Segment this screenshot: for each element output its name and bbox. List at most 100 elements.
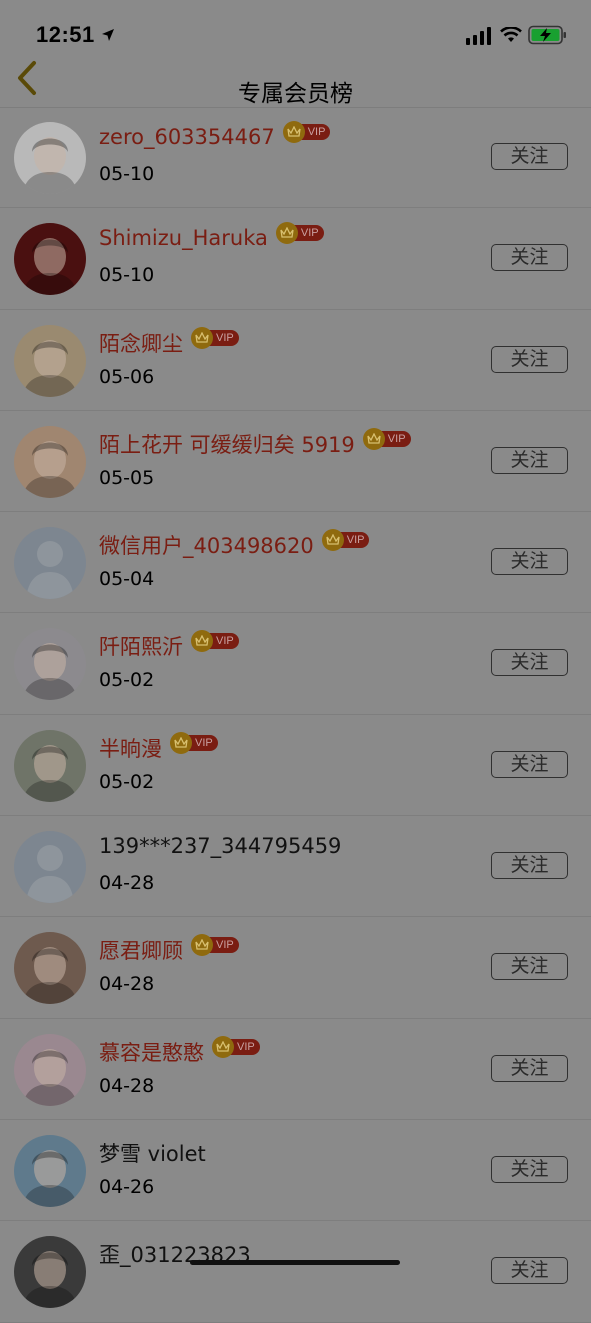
member-name-line: zero_603354467 VIP	[99, 121, 331, 149]
crown-icon	[170, 731, 192, 754]
page-title: 专属会员榜	[238, 81, 353, 107]
follow-button[interactable]: 关注	[491, 345, 568, 373]
follow-button[interactable]: 关注	[491, 953, 568, 981]
dark-photo-avatar-image	[14, 1236, 86, 1309]
member-row[interactable]: 慕容是憨憨 VIP 04-28 关注	[0, 1019, 591, 1120]
member-avatar[interactable]	[14, 223, 86, 296]
crown-icon	[191, 630, 213, 653]
member-name-line: 半晌漫 VIP	[99, 731, 218, 763]
crown-icon	[321, 529, 344, 552]
anime-girl-headphones-avatar-image	[14, 628, 86, 701]
anime-girl-phone-avatar-image	[14, 425, 86, 498]
member-avatar[interactable]	[14, 527, 86, 600]
vip-badge: VIP	[191, 326, 239, 349]
member-row[interactable]: 歪_031223823 关注	[0, 1221, 591, 1323]
member-date: 05-10	[99, 264, 155, 287]
vip-badge: VIP	[275, 222, 324, 245]
follow-button[interactable]: 关注	[491, 548, 568, 576]
member-avatar[interactable]	[14, 1033, 86, 1106]
member-name[interactable]: 陌上花开 可缓缓归矣 5919	[99, 429, 355, 459]
member-avatar[interactable]	[14, 122, 86, 194]
member-avatar[interactable]	[14, 729, 86, 802]
crown-icon	[275, 222, 298, 245]
ink-portrait-avatar-image	[14, 729, 86, 802]
wifi-icon	[500, 27, 522, 42]
blossom-painting-avatar-image	[14, 1134, 86, 1207]
member-name[interactable]: 半晌漫	[99, 733, 162, 763]
member-row[interactable]: 半晌漫 VIP 05-02 关注	[0, 715, 591, 817]
member-date: 05-02	[99, 770, 155, 793]
follow-button[interactable]: 关注	[491, 1257, 568, 1285]
member-date: 05-04	[99, 568, 155, 591]
vip-badge: VIP	[282, 121, 331, 143]
vip-badge: VIP	[212, 1035, 260, 1058]
member-name[interactable]: 139***237_344795459	[99, 834, 341, 858]
member-name-line: 139***237_344795459	[99, 834, 341, 858]
follow-button[interactable]: 关注	[491, 852, 568, 880]
member-avatar[interactable]	[14, 932, 86, 1005]
crown-icon	[191, 326, 213, 349]
follow-button[interactable]: 关注	[491, 1155, 568, 1183]
member-name-line: 陌念卿尘 VIP	[99, 326, 239, 358]
member-date: 04-28	[99, 973, 155, 996]
member-row[interactable]: 梦雪 violet 04-26 关注	[0, 1120, 591, 1222]
status-time: 12:51	[36, 22, 95, 47]
vip-badge: VIP	[191, 934, 239, 957]
member-row[interactable]: 愿君卿顾 VIP 04-28 关注	[0, 917, 591, 1019]
member-name[interactable]: 微信用户_403498620	[99, 530, 314, 560]
member-date: 04-28	[99, 1074, 155, 1097]
vip-badge: VIP	[362, 427, 411, 450]
member-avatar[interactable]	[14, 831, 86, 904]
pomeranian-dog-avatar-image	[14, 324, 86, 397]
status-bar: 12:51	[0, 0, 591, 60]
follow-button[interactable]: 关注	[491, 143, 568, 170]
vip-badge: VIP	[170, 731, 218, 754]
red-robed-figure-avatar-image	[14, 223, 86, 296]
member-row[interactable]: 陌念卿尘 VIP 05-06 关注	[0, 310, 591, 411]
member-name-line: 阡陌熙沂 VIP	[99, 630, 239, 661]
default-person-avatar-image	[14, 831, 86, 904]
member-name[interactable]: zero_603354467	[99, 125, 275, 149]
member-name-line: 慕容是憨憨 VIP	[99, 1035, 260, 1067]
member-avatar[interactable]	[14, 425, 86, 498]
follow-button[interactable]: 关注	[491, 649, 568, 677]
white-cat-avatar-image	[14, 122, 86, 194]
location-arrow-icon	[101, 29, 114, 41]
member-name[interactable]: 阡陌熙沂	[99, 631, 183, 661]
member-name-line: 愿君卿顾 VIP	[99, 934, 239, 965]
member-name[interactable]: 慕容是憨憨	[99, 1037, 204, 1067]
member-avatar[interactable]	[14, 1236, 86, 1309]
member-name[interactable]: 陌念卿尘	[99, 328, 183, 358]
follow-button[interactable]: 关注	[491, 244, 568, 272]
member-avatar[interactable]	[14, 628, 86, 701]
crown-icon	[282, 121, 305, 143]
member-row[interactable]: Shimizu_Haruka VIP 05-10 关注	[0, 208, 591, 310]
member-ranking-list: zero_603354467 VIP 05-10 关注 Shimizu_Haruka VI…	[0, 107, 591, 1323]
member-row[interactable]: zero_603354467 VIP 05-10 关注	[0, 107, 591, 209]
member-avatar[interactable]	[14, 1134, 86, 1207]
member-avatar[interactable]	[14, 324, 86, 397]
member-name[interactable]: Shimizu_Haruka	[99, 226, 268, 250]
member-date: 04-28	[99, 872, 155, 895]
follow-button[interactable]: 关注	[491, 1054, 568, 1082]
member-name-line: 梦雪 violet	[99, 1138, 206, 1168]
member-date: 05-05	[99, 466, 155, 489]
member-name[interactable]: 愿君卿顾	[99, 935, 183, 965]
member-row[interactable]: 139***237_344795459 04-28 关注	[0, 816, 591, 918]
member-date: 04-26	[99, 1175, 155, 1198]
member-name-line: 微信用户_403498620 VIP	[99, 529, 370, 560]
member-row[interactable]: 阡陌熙沂 VIP 05-02 关注	[0, 613, 591, 715]
member-date: 05-10	[99, 163, 155, 185]
anime-girl-brown-hair-avatar-image	[14, 932, 86, 1005]
follow-button[interactable]: 关注	[491, 446, 568, 474]
member-row[interactable]: 微信用户_403498620 VIP 05-04 关注	[0, 512, 591, 614]
member-name-line: 陌上花开 可缓缓归矣 5919 VIP	[99, 427, 411, 459]
member-row[interactable]: 陌上花开 可缓缓归矣 5919 VIP 05-05 关注	[0, 411, 591, 513]
member-name-line: Shimizu_Haruka VIP	[99, 222, 324, 250]
member-date: 05-06	[99, 365, 155, 388]
cellular-signal-icon	[466, 27, 491, 45]
default-person-avatar-image	[14, 527, 86, 600]
vip-badge: VIP	[321, 529, 370, 552]
member-name[interactable]: 梦雪 violet	[99, 1138, 206, 1168]
follow-button[interactable]: 关注	[491, 750, 568, 778]
